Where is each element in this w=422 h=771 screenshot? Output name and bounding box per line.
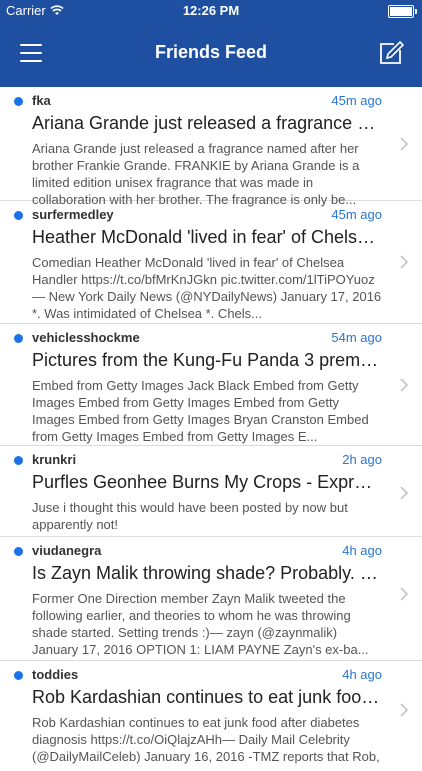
feed-item-body: Juse i thought this would have been post… [32,500,348,532]
unread-dot-icon [14,456,23,465]
status-bar: Carrier 12:26 PM [0,0,422,22]
feed-item-user: viudanegra [32,543,102,558]
feed-item[interactable]: surfermedley 45m ago Heather McDonald 'l… [0,201,422,324]
feed-item-time: 4h ago [342,543,382,558]
chevron-right-icon [400,255,408,269]
chevron-right-icon [400,486,408,500]
feed-item-body: Ariana Grande just released a fragrance … [32,141,360,207]
feed-item-time: 2h ago [342,452,382,467]
feed-item-user: krunkri [32,452,77,467]
battery-icon [388,5,417,18]
feed-item-headline: Purfles Geonhee Burns My Crops - Expres.… [32,472,382,492]
feed-item[interactable]: fka 45m ago Ariana Grande just released … [0,87,422,207]
compose-icon[interactable] [378,40,404,66]
feed-item[interactable]: viudanegra 4h ago Is Zayn Malik throwing… [0,537,422,661]
feed-item-body: Former One Direction member Zayn Malik t… [32,591,369,657]
feed-item-time: 54m ago [331,330,382,345]
feed-item[interactable]: vehiclesshockme 54m ago Pictures from th… [0,324,422,446]
feed-item-body: Rob Kardashian continues to eat junk foo… [32,715,380,764]
chevron-right-icon [400,137,408,151]
status-time: 12:26 PM [182,3,240,18]
feed-item-time: 45m ago [331,93,382,108]
feed-item-headline: Is Zayn Malik throwing shade? Probably. … [32,563,382,583]
unread-dot-icon [14,334,23,343]
chevron-right-icon [400,703,408,717]
feed-list: fka 45m ago Ariana Grande just released … [0,87,422,771]
feed-item-time: 45m ago [331,207,382,222]
feed-item[interactable]: krunkri 2h ago Purfles Geonhee Burns My … [0,446,422,537]
feed-item[interactable]: toddies 4h ago Rob Kardashian continues … [0,661,422,771]
feed-item-headline: Pictures from the Kung-Fu Panda 3 premie… [32,350,382,370]
header: Carrier 12:26 PM Friends Feed [0,0,422,87]
page-title: Friends Feed [154,42,268,62]
feed-item-headline: Rob Kardashian continues to eat junk foo… [32,687,382,707]
unread-dot-icon [14,671,23,680]
unread-dot-icon [14,97,23,106]
feed-item-user: toddies [32,667,79,682]
unread-dot-icon [14,547,23,556]
chevron-right-icon [400,587,408,601]
feed-item-body: Comedian Heather McDonald 'lived in fear… [32,255,382,321]
feed-item-time: 4h ago [342,667,382,682]
feed-item-headline: Ariana Grande just released a fragrance … [32,113,382,133]
feed-item-headline: Heather McDonald 'lived in fear' of Chel… [32,227,382,247]
feed-item-body: Embed from Getty Images Jack Black Embed… [32,378,369,444]
unread-dot-icon [14,211,23,220]
chevron-right-icon [400,378,408,392]
nav-bar: Friends Feed [0,22,422,87]
